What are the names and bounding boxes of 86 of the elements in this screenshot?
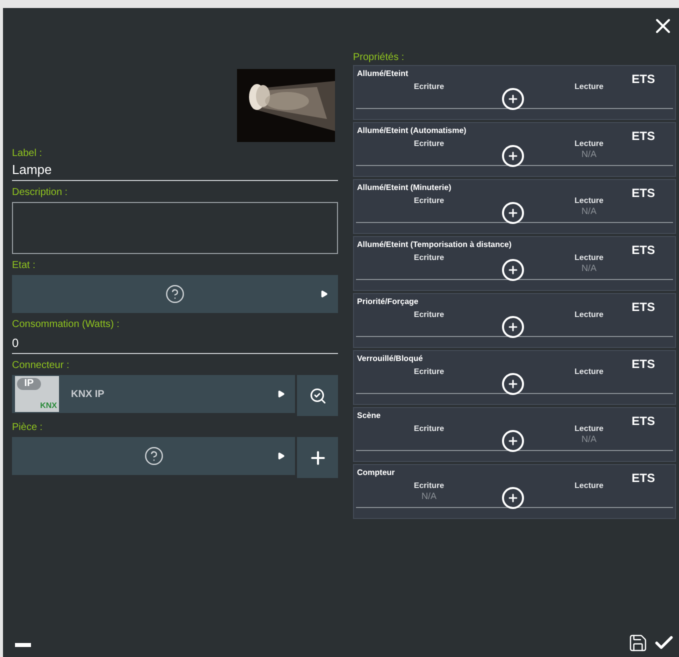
add-room-button[interactable]: [297, 437, 338, 478]
property-name: Allumé/Eteint (Automatisme): [357, 125, 466, 137]
ets-label: ETS: [632, 242, 655, 259]
plus-icon: [507, 207, 519, 219]
read-value: N/A: [581, 264, 596, 273]
add-button[interactable]: [502, 430, 524, 452]
plus-icon: [507, 435, 519, 447]
plus-icon: [507, 150, 519, 162]
add-button[interactable]: [502, 259, 524, 281]
read-label: Lecture: [574, 252, 604, 264]
write-label: Ecriture: [414, 81, 444, 93]
field-label: Pièce :: [12, 421, 44, 435]
write-value: N/A: [421, 492, 436, 501]
selector-value: KNX IP: [71, 388, 104, 402]
field-label: Consommation (Watts) :: [12, 318, 120, 332]
write-label: Ecriture: [414, 252, 444, 264]
plus-icon: [507, 378, 519, 390]
read-label: Lecture: [574, 138, 604, 150]
selector-field[interactable]: IP KNX KNX IP: [12, 375, 295, 413]
property-name: Allumé/Eteint (Temporisation à distance): [357, 239, 512, 251]
read-input-line[interactable]: [516, 279, 673, 280]
help-icon: [144, 446, 164, 466]
play-icon: [320, 290, 328, 298]
selector-field[interactable]: [12, 275, 338, 313]
property-name: Scène: [357, 410, 381, 422]
knx-ip-logo: IP KNX: [15, 376, 59, 412]
add-button[interactable]: [502, 145, 524, 167]
help-icon: [165, 284, 185, 304]
write-label: Ecriture: [414, 195, 444, 207]
add-button[interactable]: [502, 373, 524, 395]
add-button[interactable]: [502, 88, 524, 110]
ets-label: ETS: [632, 71, 655, 88]
add-button[interactable]: [502, 202, 524, 224]
property-name: Compteur: [357, 467, 395, 479]
plus-icon: [507, 492, 519, 504]
field-label: Description :: [12, 186, 69, 200]
ets-label: ETS: [632, 185, 655, 202]
write-label: Ecriture: [414, 309, 444, 321]
read-label: Lecture: [574, 81, 604, 93]
consumption-field[interactable]: 0: [12, 334, 338, 354]
search-icon: [308, 386, 326, 404]
read-label: Lecture: [574, 480, 604, 492]
ets-label: ETS: [632, 470, 655, 487]
field-label: Connecteur :: [12, 359, 70, 373]
read-input-line[interactable]: [516, 450, 673, 451]
read-input-line[interactable]: [516, 336, 673, 337]
plus-icon: [507, 93, 519, 105]
read-input-line[interactable]: [516, 165, 673, 166]
add-button[interactable]: [502, 487, 524, 509]
read-value: N/A: [581, 207, 596, 216]
field-label: Label :: [12, 147, 44, 161]
read-input-line[interactable]: [516, 393, 673, 394]
save-button[interactable]: [627, 632, 649, 654]
property-name: Priorité/Forçage: [357, 296, 418, 308]
ets-label: ETS: [632, 299, 655, 316]
read-value: N/A: [581, 150, 596, 159]
read-value: N/A: [581, 435, 596, 444]
write-label: Ecriture: [414, 423, 444, 435]
property-name: Allumé/Eteint: [357, 68, 408, 80]
read-label: Lecture: [574, 366, 604, 378]
write-label: Ecriture: [414, 480, 444, 492]
read-input-line[interactable]: [516, 222, 673, 223]
read-label: Lecture: [574, 423, 604, 435]
read-label: Lecture: [574, 309, 604, 321]
write-label: Ecriture: [414, 366, 444, 378]
play-icon: [277, 452, 285, 460]
ets-label: ETS: [632, 413, 655, 430]
play-icon: [277, 390, 285, 398]
description-field[interactable]: [12, 202, 338, 254]
save-icon: [628, 633, 648, 653]
search-button[interactable]: [297, 375, 338, 416]
properties-label: Propriétés :: [353, 52, 406, 64]
read-input-line[interactable]: [516, 507, 673, 508]
plus-icon: [507, 264, 519, 276]
selector-field[interactable]: [12, 437, 295, 475]
read-label: Lecture: [574, 195, 604, 207]
write-label: Ecriture: [414, 138, 444, 150]
field-label: Etat :: [12, 259, 36, 273]
plus-icon: [507, 321, 519, 333]
label-field[interactable]: Lampe: [12, 161, 338, 181]
add-button[interactable]: [502, 316, 524, 338]
read-input-line[interactable]: [516, 108, 673, 109]
ets-label: ETS: [632, 356, 655, 373]
property-name: Allumé/Eteint (Minuterie): [357, 182, 452, 194]
ets-label: ETS: [632, 128, 655, 145]
property-name: Verrouillé/Bloqué: [357, 353, 423, 365]
